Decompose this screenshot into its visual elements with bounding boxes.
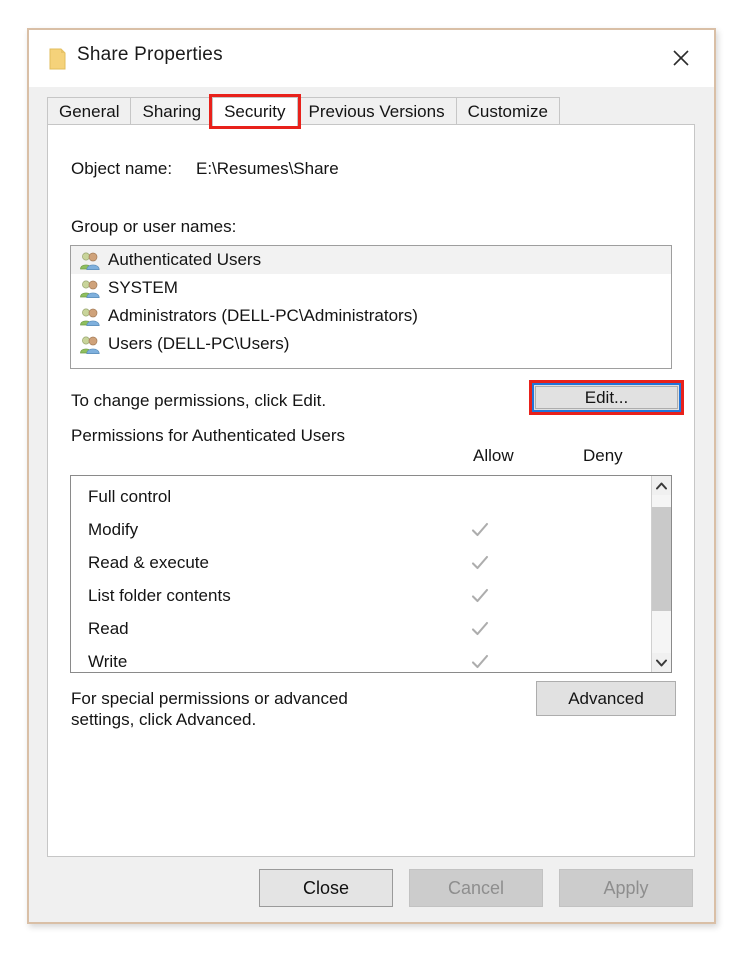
table-row[interactable]: Read (71, 612, 651, 645)
scroll-up-icon[interactable] (652, 476, 671, 495)
advanced-hint: For special permissions or advanced sett… (71, 688, 401, 730)
users-group-icon (79, 307, 101, 326)
table-row[interactable]: Write (71, 645, 651, 678)
permission-allow-cell[interactable] (470, 522, 490, 538)
group-user-list[interactable]: Authenticated Users SYSTEM (70, 245, 672, 369)
permission-allow-cell[interactable] (470, 654, 490, 670)
permissions-scrollbar[interactable] (651, 476, 671, 672)
tab-general-label: General (59, 102, 119, 122)
close-button-label: Close (303, 878, 349, 899)
users-group-icon (79, 335, 101, 354)
list-item-label: Administrators (DELL-PC\Administrators) (108, 306, 418, 326)
checkmark-icon (471, 621, 489, 637)
permission-name: Full control (88, 487, 171, 507)
folder-icon (49, 48, 66, 70)
list-item-label: SYSTEM (108, 278, 178, 298)
permission-name: Write (88, 652, 127, 672)
column-header-deny: Deny (583, 446, 623, 466)
tab-previous-versions-label: Previous Versions (309, 102, 445, 122)
tab-sharing[interactable]: Sharing (130, 97, 213, 126)
edit-button[interactable]: Edit... (532, 383, 681, 412)
edit-button-label: Edit... (585, 388, 628, 408)
permissions-list[interactable]: Full control Modify (70, 475, 672, 673)
list-item[interactable]: Users (DELL-PC\Users) (71, 330, 671, 358)
close-icon[interactable] (648, 30, 714, 86)
scroll-down-icon[interactable] (652, 653, 671, 672)
scrollbar-thumb[interactable] (652, 507, 671, 611)
tab-general[interactable]: General (47, 97, 131, 126)
title-bar: Share Properties (29, 30, 714, 87)
table-row[interactable]: Full control (71, 480, 651, 513)
permissions-rows: Full control Modify (71, 476, 651, 672)
list-item-label: Users (DELL-PC\Users) (108, 334, 289, 354)
users-group-icon (79, 251, 101, 270)
permissions-for-label: Permissions for Authenticated Users (71, 425, 401, 446)
permission-name: Modify (88, 520, 138, 540)
apply-button-label: Apply (603, 878, 648, 899)
tab-previous-versions[interactable]: Previous Versions (297, 97, 457, 126)
checkmark-icon (471, 555, 489, 571)
checkmark-icon (471, 654, 489, 670)
screenshot-root: Share Properties General Sharing Securit… (0, 0, 755, 961)
cancel-button-label: Cancel (448, 878, 504, 899)
tab-security[interactable]: Security (212, 97, 297, 126)
edit-button-highlight: Edit... (529, 380, 684, 415)
advanced-button-label: Advanced (568, 689, 644, 709)
tab-strip: General Sharing Security Previous Versio… (47, 96, 695, 126)
checkmark-icon (471, 588, 489, 604)
list-item-label: Authenticated Users (108, 250, 261, 270)
object-name-label: Object name: (71, 159, 172, 179)
advanced-button[interactable]: Advanced (536, 681, 676, 716)
table-row[interactable]: Read & execute (71, 546, 651, 579)
apply-button: Apply (559, 869, 693, 907)
list-item[interactable]: Authenticated Users (71, 246, 671, 274)
object-name-value: E:\Resumes\Share (196, 159, 339, 179)
list-item[interactable]: Administrators (DELL-PC\Administrators) (71, 302, 671, 330)
window-title: Share Properties (77, 44, 223, 66)
checkmark-icon (471, 522, 489, 538)
security-tab-panel: Object name: E:\Resumes\Share Group or u… (47, 124, 695, 857)
users-group-icon (79, 279, 101, 298)
tab-security-label: Security (224, 102, 285, 122)
tab-customize[interactable]: Customize (456, 97, 560, 126)
dialog-footer: Close Cancel Apply (29, 857, 714, 922)
permission-allow-cell[interactable] (470, 555, 490, 571)
permission-name: Read (88, 619, 129, 639)
table-row[interactable]: Modify (71, 513, 651, 546)
permission-name: Read & execute (88, 553, 209, 573)
edit-permissions-hint: To change permissions, click Edit. (71, 391, 326, 411)
table-row[interactable]: List folder contents (71, 579, 651, 612)
group-or-user-names-label: Group or user names: (71, 217, 236, 237)
permission-allow-cell[interactable] (470, 588, 490, 604)
close-button[interactable]: Close (259, 869, 393, 907)
tab-customize-label: Customize (468, 102, 548, 122)
share-properties-dialog: Share Properties General Sharing Securit… (27, 28, 716, 924)
list-item[interactable]: SYSTEM (71, 274, 671, 302)
permission-name: List folder contents (88, 586, 231, 606)
tab-sharing-label: Sharing (142, 102, 201, 122)
cancel-button: Cancel (409, 869, 543, 907)
column-header-allow: Allow (473, 446, 514, 466)
permission-allow-cell[interactable] (470, 621, 490, 637)
scrollbar-track[interactable] (652, 495, 671, 653)
